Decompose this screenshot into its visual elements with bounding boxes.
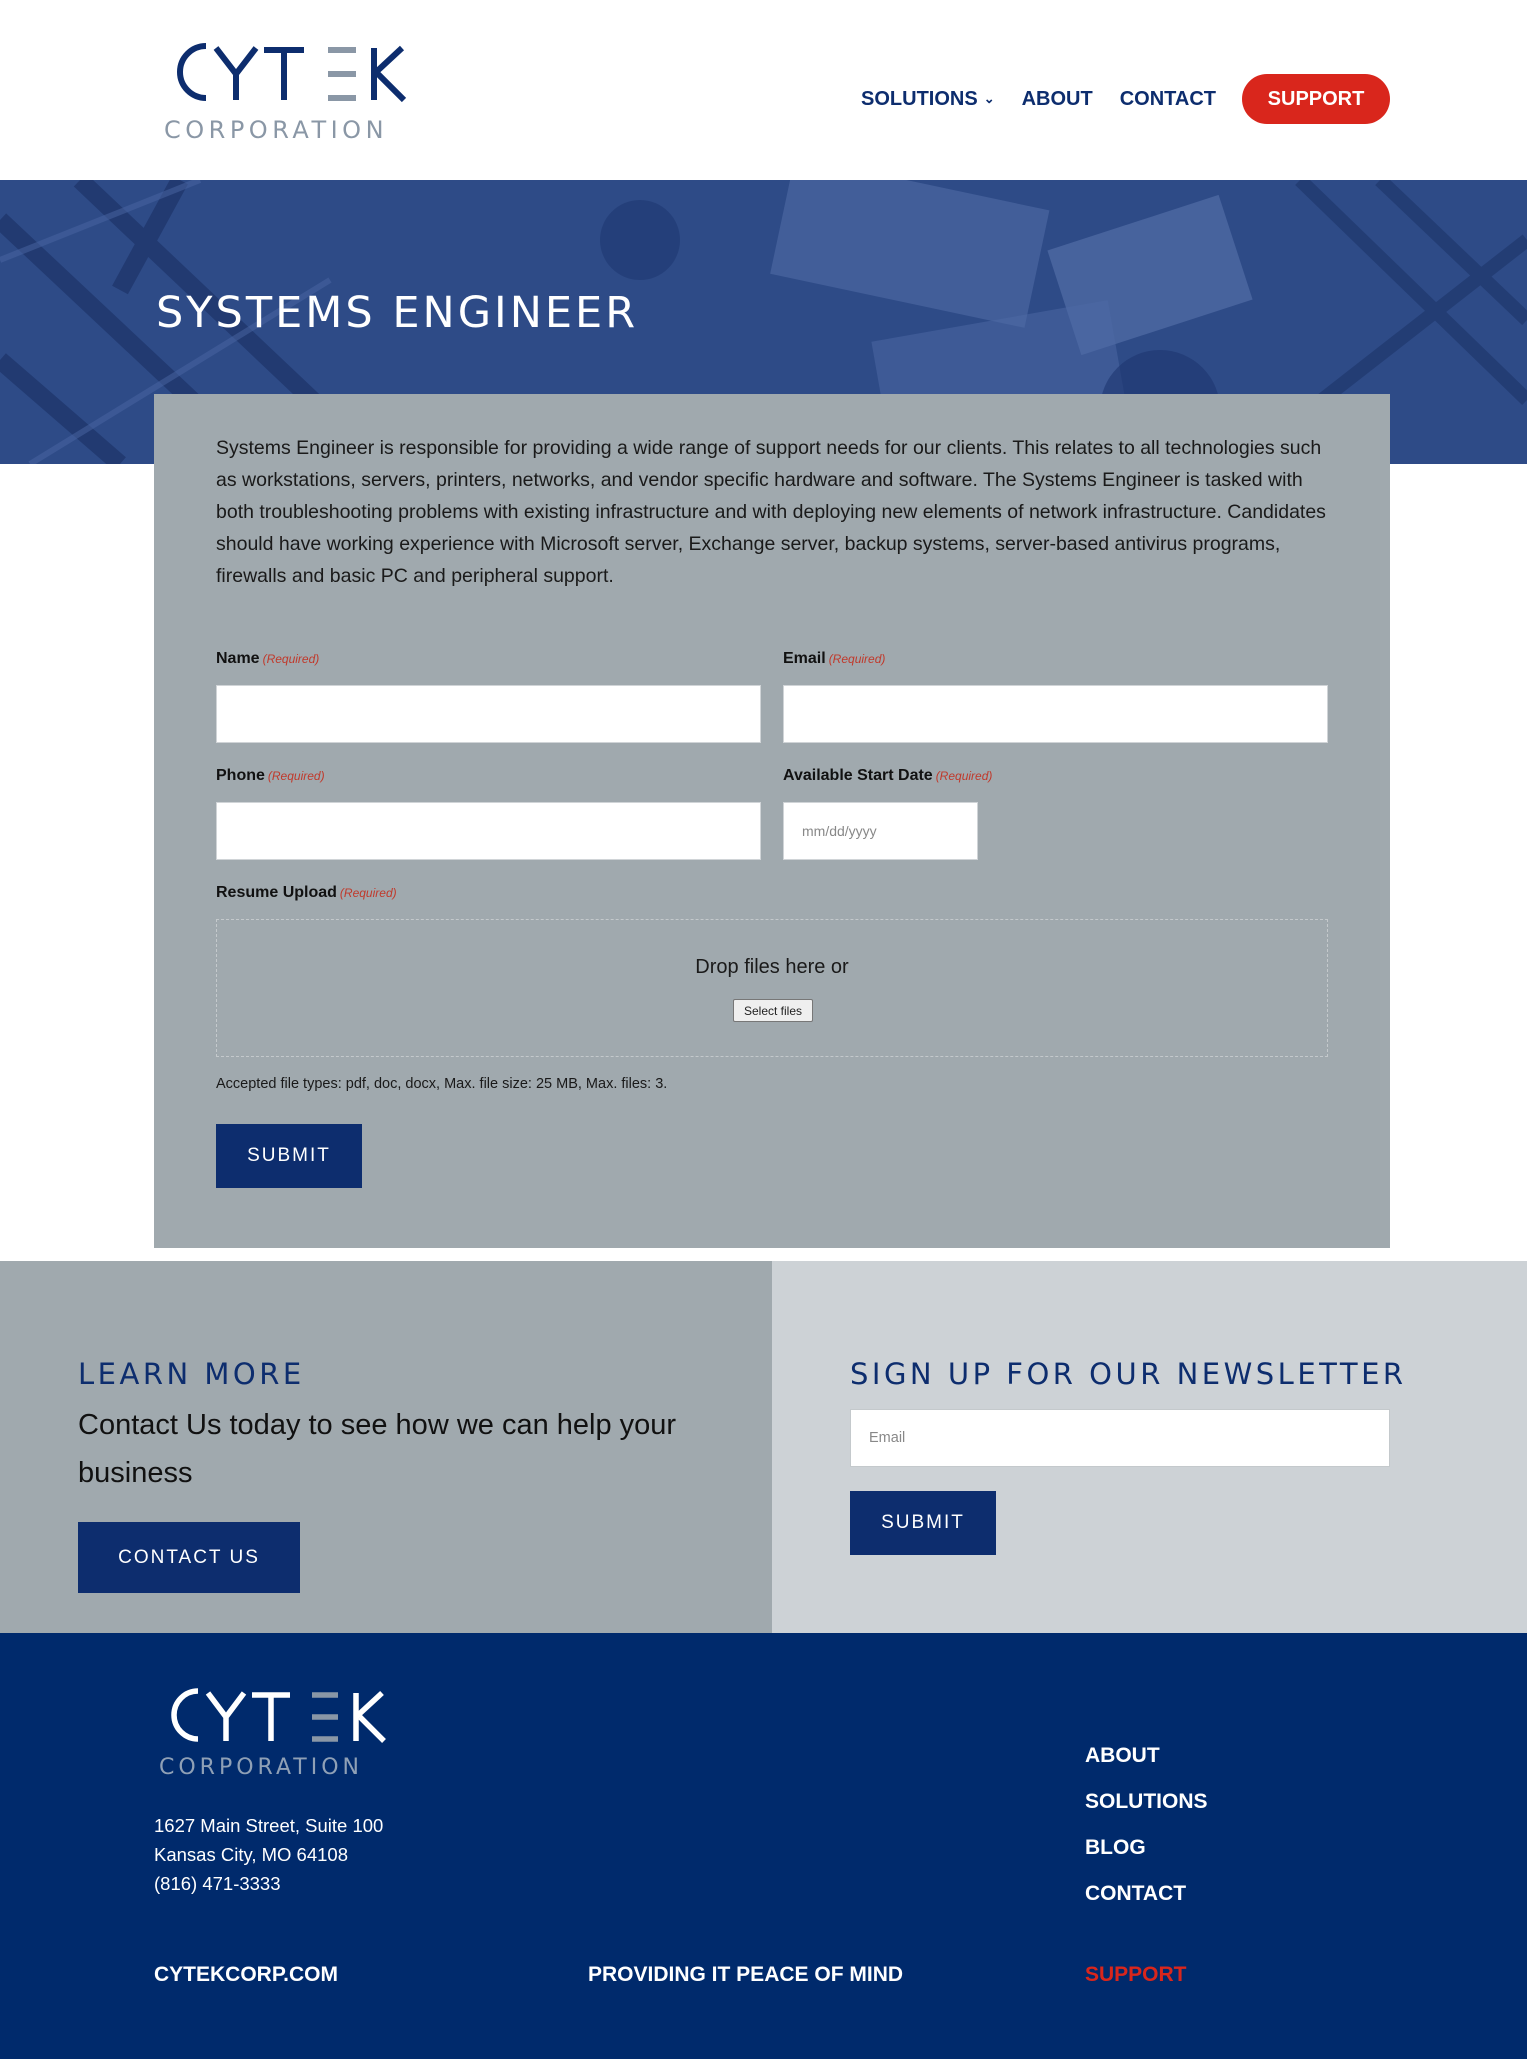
learn-more-text: Contact Us today to see how we can help …: [78, 1409, 677, 1489]
newsletter-section: SIGN UP FOR OUR NEWSLETTER Email SUBMIT: [772, 1261, 1527, 1633]
file-type-note: Accepted file types: pdf, doc, docx, Max…: [216, 1076, 668, 1092]
footer-logo[interactable]: CORPORATION: [152, 1683, 396, 1783]
required-marker: (Required): [935, 769, 993, 783]
footer-nav: ABOUT SOLUTIONS BLOG CONTACT: [1085, 1733, 1208, 1917]
newsletter-email-placeholder: Email: [869, 1430, 906, 1446]
site-header: CORPORATION SOLUTIONS ⌄ ABOUT CONTACT SU…: [0, 0, 1527, 180]
resume-label: Resume Upload (Required): [216, 884, 397, 902]
start-date-label-text: Available Start Date: [783, 767, 933, 784]
start-date-label: Available Start Date (Required): [783, 767, 992, 785]
application-submit-button[interactable]: SUBMIT: [216, 1124, 362, 1188]
phone-label-text: Phone: [216, 767, 265, 784]
footer-address: 1627 Main Street, Suite 100 Kansas City,…: [154, 1811, 383, 1898]
logo-subtitle: CORPORATION: [164, 116, 389, 144]
phone-field[interactable]: [216, 802, 761, 860]
footer-site-link[interactable]: CYTEKCORP.COM: [154, 1963, 338, 1987]
address-line-2: Kansas City, MO 64108: [154, 1844, 348, 1865]
phone-label: Phone (Required): [216, 767, 325, 785]
address-line-1: 1627 Main Street, Suite 100: [154, 1815, 384, 1836]
required-marker: (Required): [828, 652, 886, 666]
footer-support-link[interactable]: SUPPORT: [1085, 1963, 1187, 1987]
footer-logo-subtitle: CORPORATION: [159, 1755, 363, 1780]
select-files-button[interactable]: Select files: [733, 999, 813, 1022]
footer-link-about[interactable]: ABOUT: [1085, 1733, 1208, 1779]
footer-phone[interactable]: (816) 471-3333: [154, 1869, 383, 1898]
job-description: Systems Engineer is responsible for prov…: [216, 437, 1326, 587]
start-date-field[interactable]: mm/dd/yyyy: [783, 802, 978, 860]
newsletter-submit-button[interactable]: SUBMIT: [850, 1491, 996, 1555]
drop-text: Drop files here or: [695, 956, 849, 978]
learn-more-heading: LEARN MORE: [78, 1357, 305, 1391]
main-nav: SOLUTIONS ⌄ ABOUT CONTACT SUPPORT: [834, 74, 1390, 124]
name-label: Name (Required): [216, 650, 319, 668]
required-marker: (Required): [267, 769, 325, 783]
newsletter-heading: SIGN UP FOR OUR NEWSLETTER: [850, 1357, 1407, 1391]
email-field[interactable]: [783, 685, 1328, 743]
nav-about[interactable]: ABOUT: [1022, 88, 1093, 111]
nav-solutions-label: SOLUTIONS: [861, 87, 978, 110]
learn-more-section: LEARN MORE Contact Us today to see how w…: [0, 1261, 772, 1633]
email-label: Email (Required): [783, 650, 885, 668]
support-button[interactable]: SUPPORT: [1242, 74, 1390, 124]
footer-link-blog[interactable]: BLOG: [1085, 1825, 1208, 1871]
footer-link-solutions[interactable]: SOLUTIONS: [1085, 1779, 1208, 1825]
footer-tagline: PROVIDING IT PEACE OF MIND: [588, 1963, 904, 1986]
newsletter-email-field[interactable]: Email: [850, 1409, 1390, 1467]
required-marker: (Required): [262, 652, 320, 666]
cytek-logo[interactable]: CORPORATION: [156, 38, 418, 146]
name-label-text: Name: [216, 650, 260, 667]
site-footer: CORPORATION 1627 Main Street, Suite 100 …: [0, 1633, 1527, 2059]
resume-label-text: Resume Upload: [216, 884, 337, 901]
contact-us-button[interactable]: CONTACT US: [78, 1522, 300, 1593]
name-field[interactable]: [216, 685, 761, 743]
chevron-down-icon: ⌄: [983, 91, 995, 106]
application-card: Systems Engineer is responsible for prov…: [154, 394, 1390, 1248]
nav-solutions[interactable]: SOLUTIONS ⌄: [861, 88, 995, 111]
start-date-placeholder: mm/dd/yyyy: [802, 823, 877, 839]
required-marker: (Required): [339, 886, 397, 900]
footer-link-contact[interactable]: CONTACT: [1085, 1871, 1208, 1917]
resume-dropzone[interactable]: Drop files here or Select files: [216, 919, 1328, 1057]
email-label-text: Email: [783, 650, 826, 667]
page-title: SYSTEMS ENGINEER: [156, 288, 639, 338]
nav-contact[interactable]: CONTACT: [1120, 88, 1216, 111]
